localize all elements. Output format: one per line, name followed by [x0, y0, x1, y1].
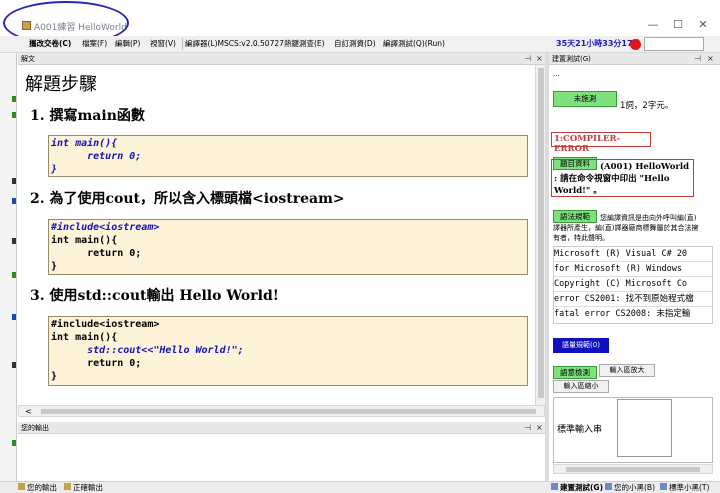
scroll-thumb[interactable] — [538, 68, 544, 398]
code-line: int main(){ — [51, 332, 118, 343]
tab-label: 建置測試(G) — [560, 483, 604, 492]
status-button[interactable]: 未施測 — [553, 91, 617, 107]
code-line: } — [51, 371, 58, 382]
tab-build-test[interactable]: 建置測試(G) — [551, 482, 603, 493]
code-line: int main(){ — [51, 235, 118, 246]
scroll-thumb[interactable] — [566, 467, 700, 472]
step-1-label: 1. 撰寫main函數 — [30, 108, 145, 124]
menu-compile-test[interactable]: 編譯測試(Q)(Run) — [383, 38, 445, 49]
minimize-button[interactable]: — — [643, 18, 663, 32]
tab-correct-output[interactable]: 正確輸出 — [64, 482, 103, 493]
solution-hscrollbar[interactable]: < — [18, 405, 545, 417]
blackbox-tab-icon — [605, 483, 612, 490]
pin-icon[interactable]: ⊣ — [694, 53, 701, 65]
output-pane-title: 您的輸出 — [21, 424, 49, 432]
output-tab-icon — [18, 483, 25, 490]
output-tab-icon — [64, 483, 71, 490]
marker-icon — [12, 272, 16, 278]
stdin-label: 標準輸入串 — [557, 425, 603, 435]
tab-label: 正確輸出 — [73, 483, 103, 492]
law-text: 您編譯資訊是由向外呼叫編(直)譯器所產生，編(直)譯器廠商標舞屬於其合法擁有者，… — [553, 214, 699, 242]
menu-view[interactable]: 視窗(V) — [150, 38, 176, 49]
code-line: return 0; — [51, 248, 142, 259]
stdin-hscrollbar[interactable] — [553, 464, 713, 474]
code-line: int main(){ — [51, 138, 118, 149]
step-3-label: 3. 使用std::cout輸出 Hello World! — [30, 288, 279, 304]
code-block-3: #include<iostream> int main(){ std::cout… — [48, 316, 528, 386]
marker-icon — [12, 362, 16, 368]
solution-pane-title: 解文 — [21, 55, 35, 63]
menu-separator — [182, 38, 183, 50]
code-line: } — [51, 164, 58, 175]
code-line: #include<iostream> — [51, 222, 160, 233]
tab-label: 標準小黑(T) — [669, 483, 710, 492]
marker-icon — [12, 440, 16, 446]
output-pane-header: 您的輸出 — [18, 422, 545, 434]
timer-field — [644, 37, 704, 51]
tab-label: 您的輸出 — [27, 483, 57, 492]
scroll-left-icon[interactable]: < — [25, 406, 32, 417]
marker-icon — [12, 238, 16, 244]
close-pane-icon[interactable]: × — [536, 53, 543, 65]
maximize-button[interactable]: ☐ — [668, 18, 688, 32]
code-block-2: #include<iostream> int main(){ return 0;… — [48, 219, 528, 275]
tab-label: 您的小黑(B) — [614, 483, 655, 492]
pin-icon[interactable]: ⊣ — [524, 53, 531, 65]
output-area[interactable] — [18, 435, 545, 481]
menu-compiler[interactable]: 編譯器(L)MSCS:v2.0.50727 — [185, 38, 284, 49]
marker-icon — [12, 112, 16, 118]
word-count: 1詞，2字元。 — [620, 101, 674, 111]
code-line: return 0; — [51, 358, 142, 369]
marker-icon — [12, 178, 16, 184]
compiler-output: Microsoft (R) Visual C# 20 for Microsoft… — [553, 246, 713, 324]
menu-edit[interactable]: 編輯(P) — [115, 38, 140, 49]
tab-standard-blackbox[interactable]: 標準小黑(T) — [660, 482, 709, 493]
code-line: std::cout<<"Hello World!"; — [51, 345, 244, 356]
solution-content: 解題步驟 1. 撰寫main函數 int main(){ return 0; }… — [18, 65, 535, 405]
code-line: return 0; — [51, 151, 142, 162]
stdin-input[interactable] — [617, 399, 672, 457]
close-pane-icon[interactable]: × — [536, 422, 543, 434]
code-block-1: int main(){ return 0; } — [48, 135, 528, 177]
compiler-line: Microsoft (R) Visual C# 20 — [554, 247, 712, 262]
step-2-label: 2. 為了使用cout，所以含入標頭檔<iostream> — [30, 191, 345, 207]
record-dot-icon — [630, 39, 641, 50]
build-tab-icon — [551, 483, 558, 490]
countdown-timer: 35天21小時33分17秒 — [556, 39, 641, 48]
blackbox-tab-icon — [660, 483, 667, 490]
menu-custom-data[interactable]: 自訂測資(D) — [334, 38, 376, 49]
marker-icon — [12, 96, 16, 102]
scroll-thumb[interactable] — [41, 409, 536, 414]
menu-submit[interactable]: 攜改交卷(C) — [29, 38, 71, 49]
zoom-in-button[interactable]: 輸入區放大 — [599, 364, 655, 377]
compiler-line: Copyright (C) Microsoft Co — [554, 277, 712, 292]
marker-icon — [12, 198, 16, 204]
menu-hotkeys[interactable]: 熱鍵測查(E) — [284, 38, 325, 49]
menu-file[interactable]: 檔案(F) — [82, 38, 107, 49]
close-button[interactable]: ✕ — [693, 18, 713, 32]
compiler-line: fatal error CS2008: 未指定輸 — [554, 309, 691, 319]
marker-icon — [12, 314, 16, 320]
problem-description: (A001) HelloWorld : 請在命令視窗中印出 "Hello Wor… — [551, 159, 694, 197]
close-pane-icon[interactable]: × — [707, 53, 714, 65]
solution-pane-header: 解文 — [18, 53, 545, 65]
check-button[interactable]: 語意檢測 — [553, 366, 597, 379]
zoom-out-button[interactable]: 輸入區縮小 — [553, 380, 609, 393]
tab-your-output[interactable]: 您的輸出 — [18, 482, 57, 493]
rules-button[interactable]: 語量規範(0) — [553, 338, 609, 353]
pin-icon[interactable]: ⊣ — [524, 422, 531, 434]
code-line: #include<iostream> — [51, 319, 160, 330]
code-line: } — [51, 261, 58, 272]
solution-heading: 解題步驟 — [25, 74, 97, 95]
compiler-line: error CS2001: 找不到原始程式檔 — [554, 292, 712, 307]
build-test-pane-title: 建置測試(G) — [552, 55, 591, 63]
solution-vscrollbar[interactable] — [535, 65, 545, 405]
small-button[interactable]: ... — [553, 70, 560, 78]
compiler-line: for Microsoft (R) Windows — [554, 262, 712, 277]
error-label: 1:COMPILER-ERROR — [551, 132, 651, 154]
tab-your-blackbox[interactable]: 您的小黑(B) — [605, 482, 655, 493]
